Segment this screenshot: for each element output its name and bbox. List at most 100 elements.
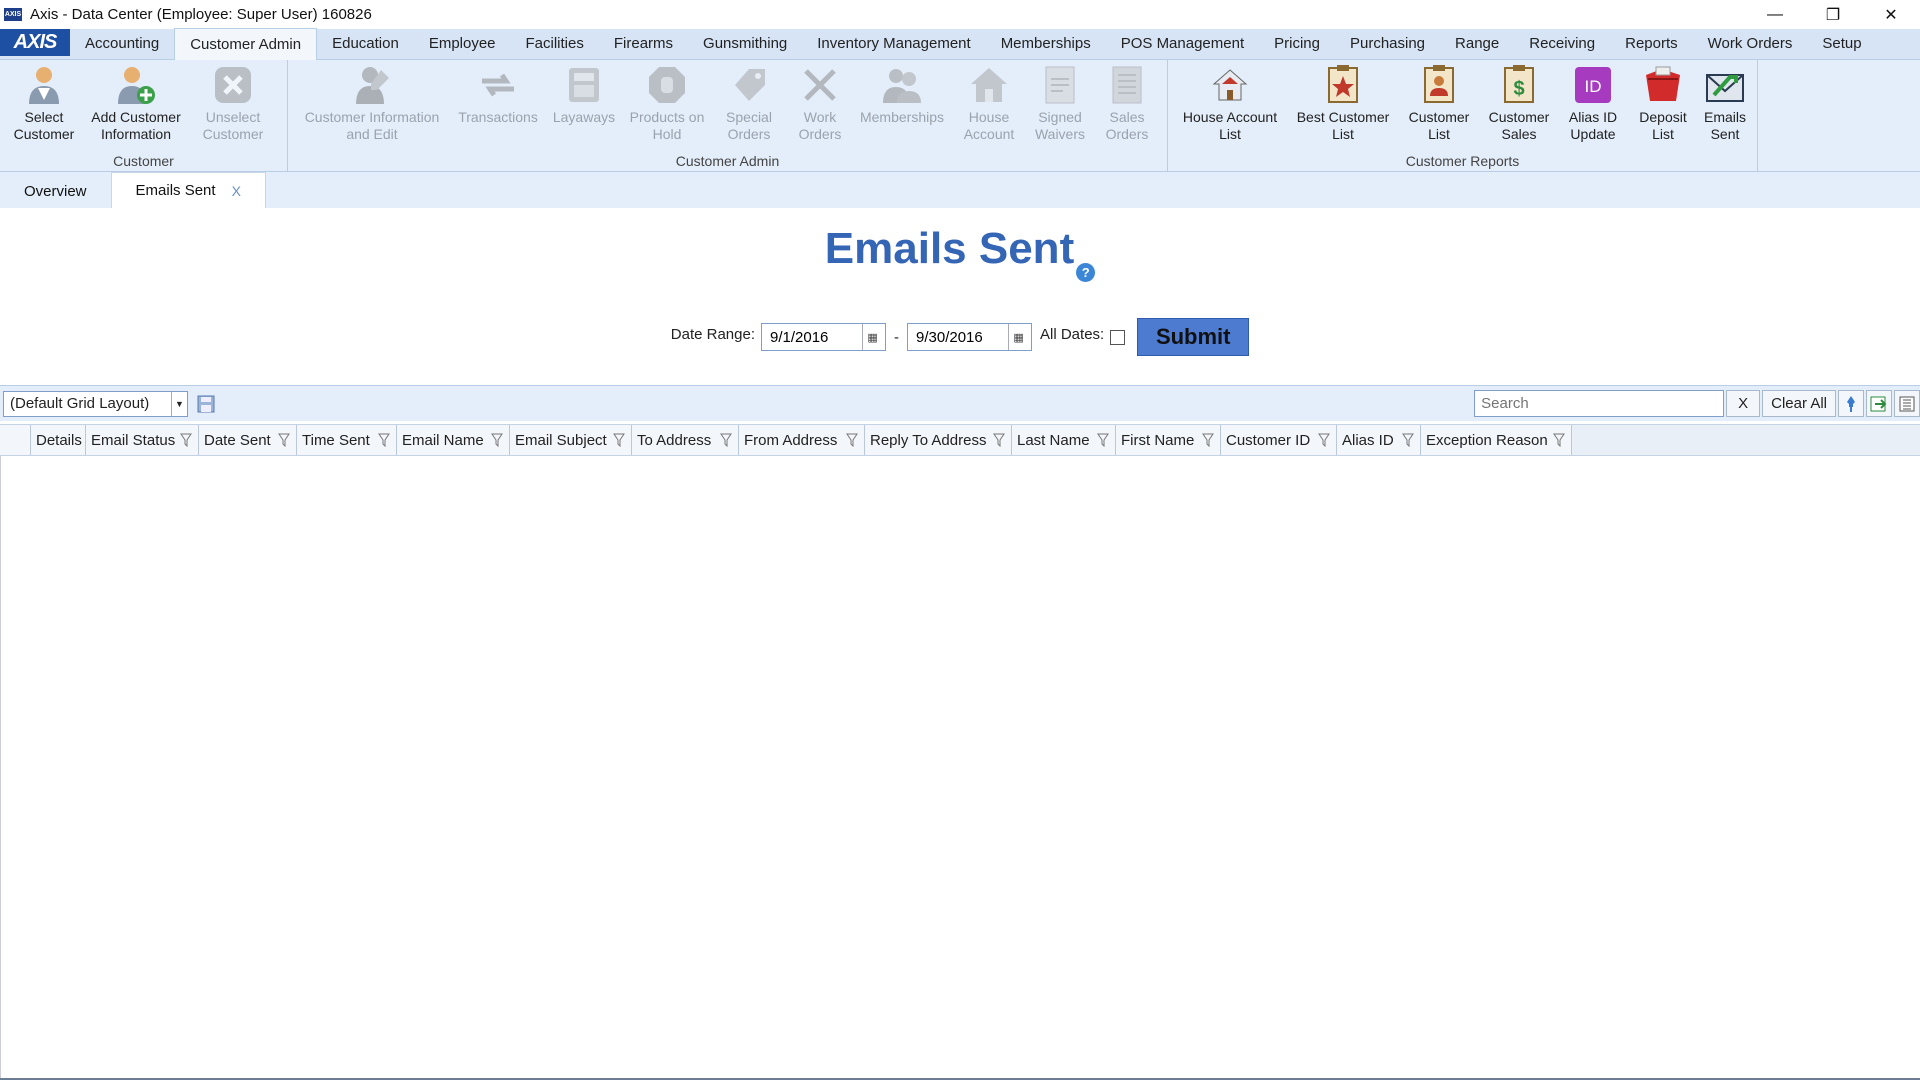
- filter-icon[interactable]: [1402, 433, 1414, 447]
- filter-icon[interactable]: [993, 433, 1005, 447]
- menu-tab-firearms[interactable]: Firearms: [599, 28, 688, 59]
- column-header-alias-id[interactable]: Alias ID: [1337, 425, 1421, 455]
- filter-icon[interactable]: [1202, 433, 1214, 447]
- emails-sent-label-1: Emails: [1703, 109, 1746, 125]
- work-orders-label-2: Orders: [798, 126, 842, 142]
- minimize-button[interactable]: —: [1746, 0, 1804, 29]
- menu-tab-facilities[interactable]: Facilities: [511, 28, 599, 59]
- grid-layout-select[interactable]: (Default Grid Layout) ▼: [3, 390, 188, 417]
- filter-icon[interactable]: [613, 433, 625, 447]
- date-filter-row: Date Range: ▦ - ▦ All Dates: Submit: [0, 318, 1920, 356]
- chevron-down-icon[interactable]: ▼: [171, 391, 187, 416]
- column-header-email-subject[interactable]: Email Subject: [510, 425, 632, 455]
- filter-icon[interactable]: [378, 433, 390, 447]
- pin-icon[interactable]: [1838, 390, 1864, 417]
- signed-waivers-label-1: Signed: [1038, 109, 1082, 125]
- page-title: Emails Sent?: [0, 224, 1920, 282]
- house-account-list-label-1: House Account: [1182, 109, 1278, 125]
- column-label: Email Subject: [515, 431, 607, 449]
- deposit-list-label-2: List: [1652, 126, 1674, 142]
- column-header-date-sent[interactable]: Date Sent: [199, 425, 297, 455]
- tools-icon: [799, 64, 841, 106]
- search-input[interactable]: [1474, 390, 1725, 417]
- tab-emails-sent[interactable]: Emails Sent X: [110, 172, 266, 208]
- column-header-from-address[interactable]: From Address: [739, 425, 865, 455]
- menu-tab-employee[interactable]: Employee: [414, 28, 511, 59]
- menu-tab-range[interactable]: Range: [1440, 28, 1514, 59]
- column-label: Time Sent: [302, 431, 370, 449]
- menu-tab-memberships[interactable]: Memberships: [986, 28, 1106, 59]
- filter-icon[interactable]: [720, 433, 732, 447]
- menu-tab-work-orders[interactable]: Work Orders: [1693, 28, 1808, 59]
- filter-icon[interactable]: [180, 433, 192, 447]
- best-customer-label-1: Best Customer: [1296, 109, 1390, 125]
- restore-button[interactable]: ❐: [1804, 0, 1862, 29]
- column-header-customer-id[interactable]: Customer ID: [1221, 425, 1337, 455]
- menu-tab-receiving[interactable]: Receiving: [1514, 28, 1610, 59]
- column-label: From Address: [744, 431, 838, 449]
- clear-all-button[interactable]: Clear All: [1762, 390, 1836, 417]
- svg-text:ID: ID: [1585, 77, 1602, 96]
- column-header-to-address[interactable]: To Address: [632, 425, 739, 455]
- ribbon-group-customer: Select Customer Add Customer Information…: [0, 60, 288, 172]
- column-header-last-name[interactable]: Last Name: [1012, 425, 1116, 455]
- calendar-icon[interactable]: ▦: [862, 324, 882, 350]
- tab-overview[interactable]: Overview: [0, 174, 111, 208]
- house-icon: [968, 64, 1010, 106]
- best-customer-icon: [1322, 64, 1364, 106]
- window-title: Axis - Data Center (Employee: Super User…: [30, 6, 372, 23]
- menu-tab-inventory-management[interactable]: Inventory Management: [802, 28, 985, 59]
- column-header-details[interactable]: Details: [31, 425, 86, 455]
- menu-tab-accounting[interactable]: Accounting: [70, 28, 174, 59]
- column-header-exception-reason[interactable]: Exception Reason: [1421, 425, 1572, 455]
- filter-icon[interactable]: [1318, 433, 1330, 447]
- all-dates-checkbox[interactable]: [1110, 329, 1126, 345]
- calendar-icon[interactable]: ▦: [1008, 324, 1028, 350]
- date-to-field[interactable]: ▦: [907, 323, 1033, 351]
- column-header-email-status[interactable]: Email Status: [86, 425, 199, 455]
- column-header-email-name[interactable]: Email Name: [397, 425, 510, 455]
- close-window-button[interactable]: ✕: [1862, 0, 1920, 29]
- group-label-customer-admin: Customer Admin: [675, 153, 780, 169]
- save-layout-icon[interactable]: [194, 392, 218, 416]
- grid-search-area: X Clear All: [1474, 390, 1920, 417]
- export-excel-icon[interactable]: [1866, 390, 1892, 417]
- title-bar: AXIS Axis - Data Center (Employee: Super…: [0, 0, 1920, 29]
- column-header-reply-to-address[interactable]: Reply To Address: [865, 425, 1012, 455]
- grid-layout-value: (Default Grid Layout): [10, 395, 150, 412]
- column-chooser-icon[interactable]: [1894, 390, 1920, 417]
- filter-icon[interactable]: [278, 433, 290, 447]
- menu-tab-pricing[interactable]: Pricing: [1259, 28, 1335, 59]
- work-orders-label-1: Work: [803, 109, 837, 125]
- ribbon-group-customer-reports: House Account List Best Customer List Cu…: [1168, 60, 1758, 172]
- menu-tab-pos-management[interactable]: POS Management: [1106, 28, 1259, 59]
- menu-tab-reports[interactable]: Reports: [1610, 28, 1693, 59]
- help-icon[interactable]: ?: [1076, 263, 1096, 282]
- column-header-time-sent[interactable]: Time Sent: [297, 425, 397, 455]
- filter-icon[interactable]: [1553, 433, 1565, 447]
- submit-button[interactable]: Submit: [1137, 318, 1250, 356]
- menu-tab-purchasing[interactable]: Purchasing: [1335, 28, 1440, 59]
- column-label: Details: [36, 431, 82, 449]
- column-header-first-name[interactable]: First Name: [1116, 425, 1221, 455]
- date-from-input[interactable]: [762, 328, 863, 346]
- date-from-field[interactable]: ▦: [761, 323, 887, 351]
- menu-tab-education[interactable]: Education: [317, 28, 414, 59]
- unselect-customer-label-2: Customer: [202, 126, 264, 142]
- menu-tab-customer-admin[interactable]: Customer Admin: [174, 28, 318, 60]
- customer-sales-label-2: Sales: [1501, 126, 1537, 142]
- filter-icon[interactable]: [846, 433, 858, 447]
- date-to-input[interactable]: [908, 328, 1009, 346]
- clear-search-button[interactable]: X: [1726, 390, 1761, 417]
- filter-icon[interactable]: [1097, 433, 1109, 447]
- best-customer-label-2: List: [1332, 126, 1354, 142]
- column-label: First Name: [1121, 431, 1195, 449]
- tab-close-icon[interactable]: X: [232, 183, 241, 199]
- filter-icon[interactable]: [491, 433, 503, 447]
- menu-tab-setup[interactable]: Setup: [1807, 28, 1876, 59]
- app-icon: AXIS: [4, 8, 22, 21]
- date-separator: -: [894, 328, 900, 346]
- menu-tab-gunsmithing[interactable]: Gunsmithing: [688, 28, 802, 59]
- tab-emails-sent-label: Emails Sent: [135, 182, 216, 199]
- column-label: Alias ID: [1342, 431, 1394, 449]
